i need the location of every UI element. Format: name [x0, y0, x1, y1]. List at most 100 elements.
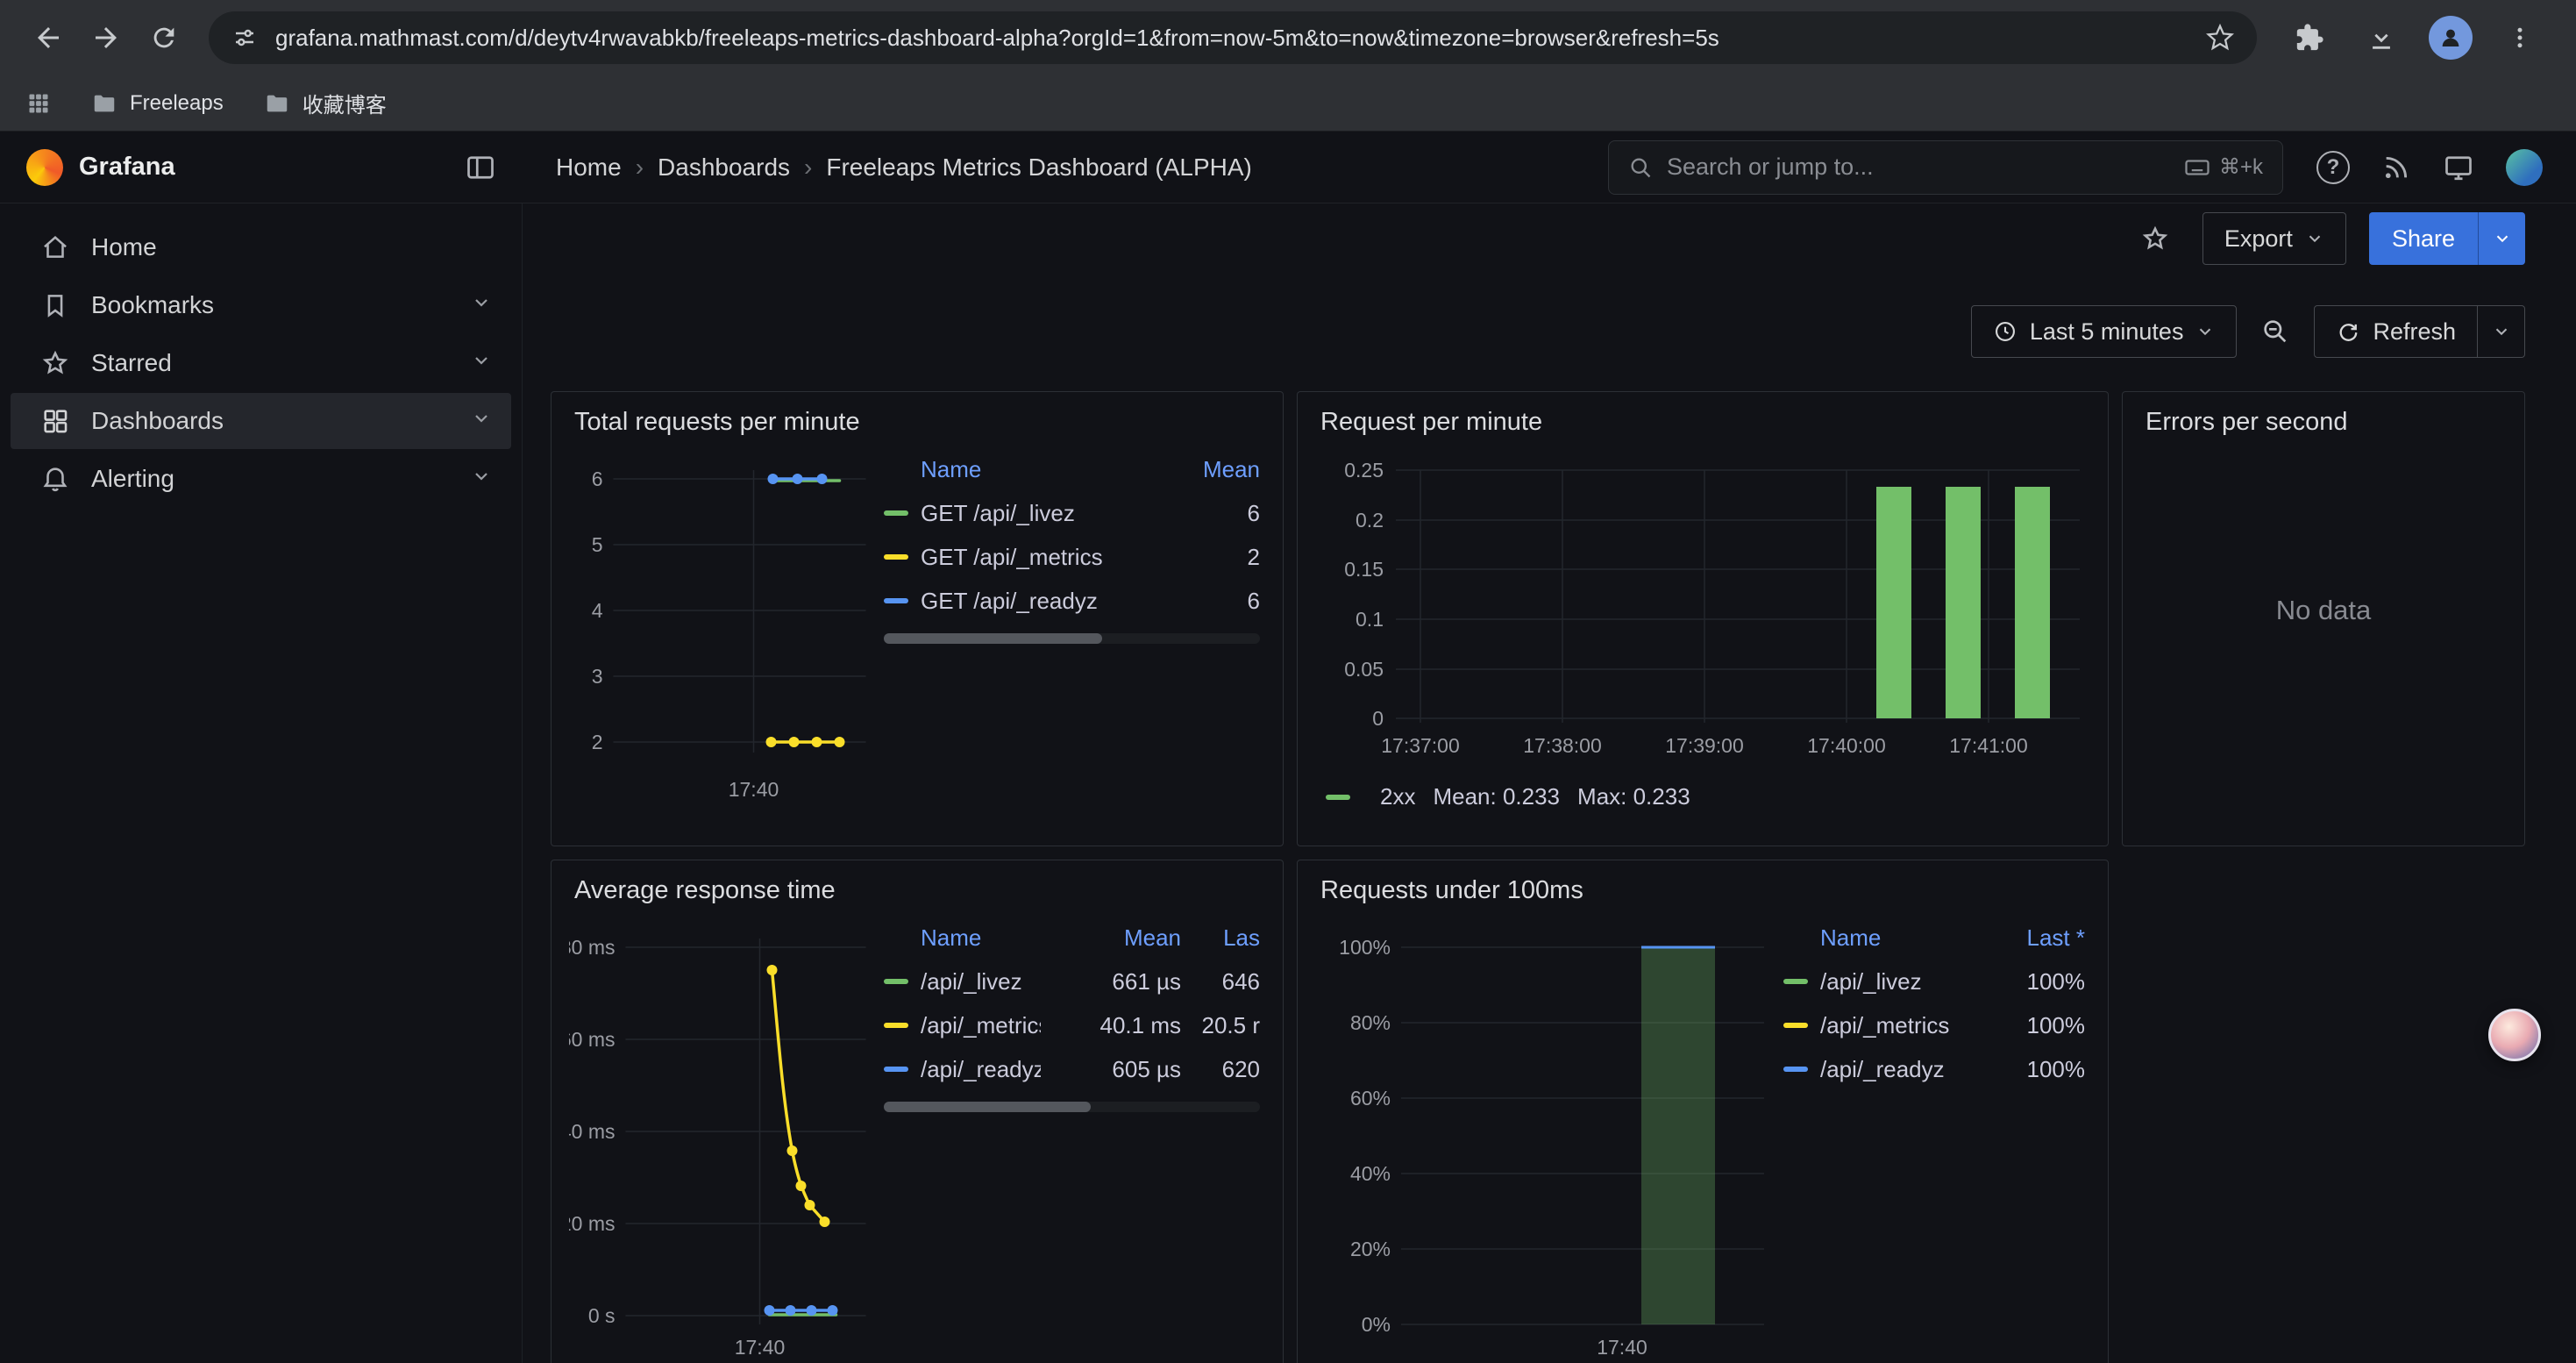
- help-icon[interactable]: ?: [2316, 151, 2350, 184]
- dashboards-icon: [40, 406, 70, 436]
- legend-row[interactable]: GET /api/_metrics 2: [884, 535, 1260, 579]
- svg-text:17:37:00: 17:37:00: [1381, 734, 1460, 757]
- legend-col-name[interactable]: Name: [884, 456, 1155, 483]
- sidebar-item-home[interactable]: Home: [11, 219, 511, 275]
- svg-text:100%: 100%: [1339, 936, 1391, 959]
- legend-row[interactable]: /api/_metrics 100%: [1783, 1003, 2085, 1047]
- breadcrumb-dashboards[interactable]: Dashboards: [658, 153, 790, 182]
- sidebar-item-alerting[interactable]: Alerting: [11, 451, 511, 507]
- legend-row[interactable]: /api/_metrics 40.1 ms 20.5 r: [884, 1003, 1260, 1047]
- url-text[interactable]: grafana.mathmast.com/d/deytv4rwavabkb/fr…: [275, 25, 2188, 52]
- sidebar-item-dashboards[interactable]: Dashboards: [11, 393, 511, 449]
- legend-table: Name Last * /api/_livez 100% /api/_metri…: [1771, 912, 2090, 1363]
- legend-row[interactable]: /api/_livez 661 µs 646: [884, 960, 1260, 1003]
- floating-assistant-avatar[interactable]: [2488, 1009, 2541, 1061]
- share-split-button: Share: [2369, 212, 2525, 265]
- panel-title[interactable]: Average response time: [551, 860, 1283, 912]
- topnav-icons: ?: [2283, 149, 2576, 186]
- svg-text:0.15: 0.15: [1344, 558, 1384, 581]
- export-button[interactable]: Export: [2202, 212, 2346, 265]
- legend-row[interactable]: GET /api/_readyz 6: [884, 579, 1260, 623]
- breadcrumb-current: Freeleaps Metrics Dashboard (ALPHA): [826, 153, 1252, 182]
- bell-icon: [40, 464, 70, 494]
- profile-avatar[interactable]: [2429, 16, 2473, 60]
- legend-col-last[interactable]: Las: [1181, 924, 1260, 952]
- legend-col-name[interactable]: Name: [1783, 924, 1980, 952]
- svg-text:4: 4: [592, 599, 603, 622]
- refresh-interval-caret[interactable]: [2478, 305, 2525, 358]
- request-per-minute-chart: 0.25 0.2 0.15 0.1 0.05 0 17:37:00: [1315, 444, 2090, 774]
- average-response-time-chart: 80 ms 60 ms 40 ms 20 ms 0 s: [569, 912, 872, 1363]
- breadcrumb-home[interactable]: Home: [556, 153, 622, 182]
- search-bar[interactable]: ⌘+k: [1608, 140, 2283, 195]
- share-button[interactable]: Share: [2369, 212, 2478, 265]
- legend-col-mean[interactable]: Mean: [1155, 456, 1260, 483]
- user-avatar[interactable]: [2506, 149, 2543, 186]
- svg-text:60 ms: 60 ms: [569, 1028, 616, 1051]
- breadcrumb: Home › Dashboards › Freeleaps Metrics Da…: [523, 153, 1608, 182]
- chevron-down-icon: [2493, 229, 2512, 248]
- home-icon: [40, 232, 70, 262]
- panel-title[interactable]: Errors per second: [2123, 392, 2524, 444]
- legend-scrollbar[interactable]: [884, 1102, 1260, 1112]
- legend-col-name[interactable]: Name: [884, 924, 1041, 952]
- svg-text:80 ms: 80 ms: [569, 936, 616, 959]
- breadcrumb-separator: ›: [622, 153, 658, 182]
- star-icon: [40, 348, 70, 378]
- forward-icon[interactable]: [81, 12, 132, 63]
- address-bar[interactable]: grafana.mathmast.com/d/deytv4rwavabkb/fr…: [209, 11, 2257, 64]
- legend-series-name[interactable]: 2xx: [1380, 783, 1415, 810]
- grafana-app: Grafana Home › Dashboards › Freeleaps Me…: [0, 132, 2576, 1363]
- refresh-button[interactable]: Refresh: [2314, 305, 2478, 358]
- back-icon[interactable]: [23, 12, 74, 63]
- panel-total-requests: Total requests per minute 6 5 4: [551, 391, 1284, 846]
- sidebar-item-starred[interactable]: Starred: [11, 335, 511, 391]
- site-settings-icon[interactable]: [231, 25, 258, 51]
- search-input[interactable]: [1667, 153, 2170, 181]
- panel-title[interactable]: Requests under 100ms: [1298, 860, 2108, 912]
- panel-requests-under-100ms: Requests under 100ms 100% 80% 60%: [1297, 860, 2109, 1363]
- browser-toolbar: grafana.mathmast.com/d/deytv4rwavabkb/fr…: [0, 0, 2576, 75]
- bookmark-item[interactable]: 收藏博客: [264, 88, 387, 118]
- time-range-picker[interactable]: Last 5 minutes: [1971, 305, 2238, 358]
- chevron-down-icon[interactable]: [471, 349, 492, 377]
- svg-text:3: 3: [592, 665, 603, 688]
- bookmark-item[interactable]: Freeleaps: [91, 90, 224, 117]
- panel-title[interactable]: Total requests per minute: [551, 392, 1283, 444]
- legend-row[interactable]: /api/_readyz 100%: [1783, 1047, 2085, 1091]
- menu-kebab-icon[interactable]: [2495, 13, 2544, 62]
- grafana-logo[interactable]: [26, 149, 63, 186]
- reload-icon[interactable]: [139, 12, 189, 63]
- legend-col-last[interactable]: Last *: [1980, 924, 2085, 952]
- news-icon[interactable]: [2381, 153, 2411, 182]
- legend-row[interactable]: /api/_readyz 605 µs 620: [884, 1047, 1260, 1091]
- svg-text:40 ms: 40 ms: [569, 1120, 616, 1143]
- legend-col-mean[interactable]: Mean: [1041, 924, 1181, 952]
- downloads-icon[interactable]: [2357, 13, 2406, 62]
- bookmark-icon: [40, 290, 70, 320]
- chevron-down-icon[interactable]: [471, 291, 492, 319]
- refresh-icon: [2336, 319, 2360, 344]
- panel-title[interactable]: Request per minute: [1298, 392, 2108, 444]
- chevron-down-icon[interactable]: [471, 465, 492, 493]
- svg-text:20%: 20%: [1350, 1238, 1391, 1260]
- favorite-star-icon[interactable]: [2131, 214, 2180, 263]
- display-icon[interactable]: [2443, 152, 2474, 183]
- legend-scrollbar[interactable]: [884, 633, 1260, 644]
- apps-grid-icon[interactable]: [26, 91, 51, 116]
- bookmark-star-icon[interactable]: [2206, 24, 2234, 52]
- sidebar-item-bookmarks[interactable]: Bookmarks: [11, 277, 511, 333]
- extensions-icon[interactable]: [2285, 13, 2334, 62]
- chevron-down-icon[interactable]: [471, 407, 492, 435]
- brand-name: Grafana: [79, 153, 175, 182]
- svg-text:0.25: 0.25: [1344, 459, 1384, 482]
- legend-inline: 2xx Mean: 0.233 Max: 0.233: [1315, 774, 2090, 810]
- legend-row[interactable]: /api/_livez 100%: [1783, 960, 2085, 1003]
- sidebar-toggle-icon[interactable]: [465, 152, 496, 183]
- total-requests-chart: 6 5 4 3 2: [569, 444, 872, 825]
- zoom-out-icon[interactable]: [2251, 307, 2300, 356]
- share-menu-caret[interactable]: [2478, 212, 2525, 265]
- legend-row[interactable]: GET /api/_livez 6: [884, 491, 1260, 535]
- clock-icon: [1993, 319, 2017, 344]
- refresh-split-button: Refresh: [2314, 305, 2525, 358]
